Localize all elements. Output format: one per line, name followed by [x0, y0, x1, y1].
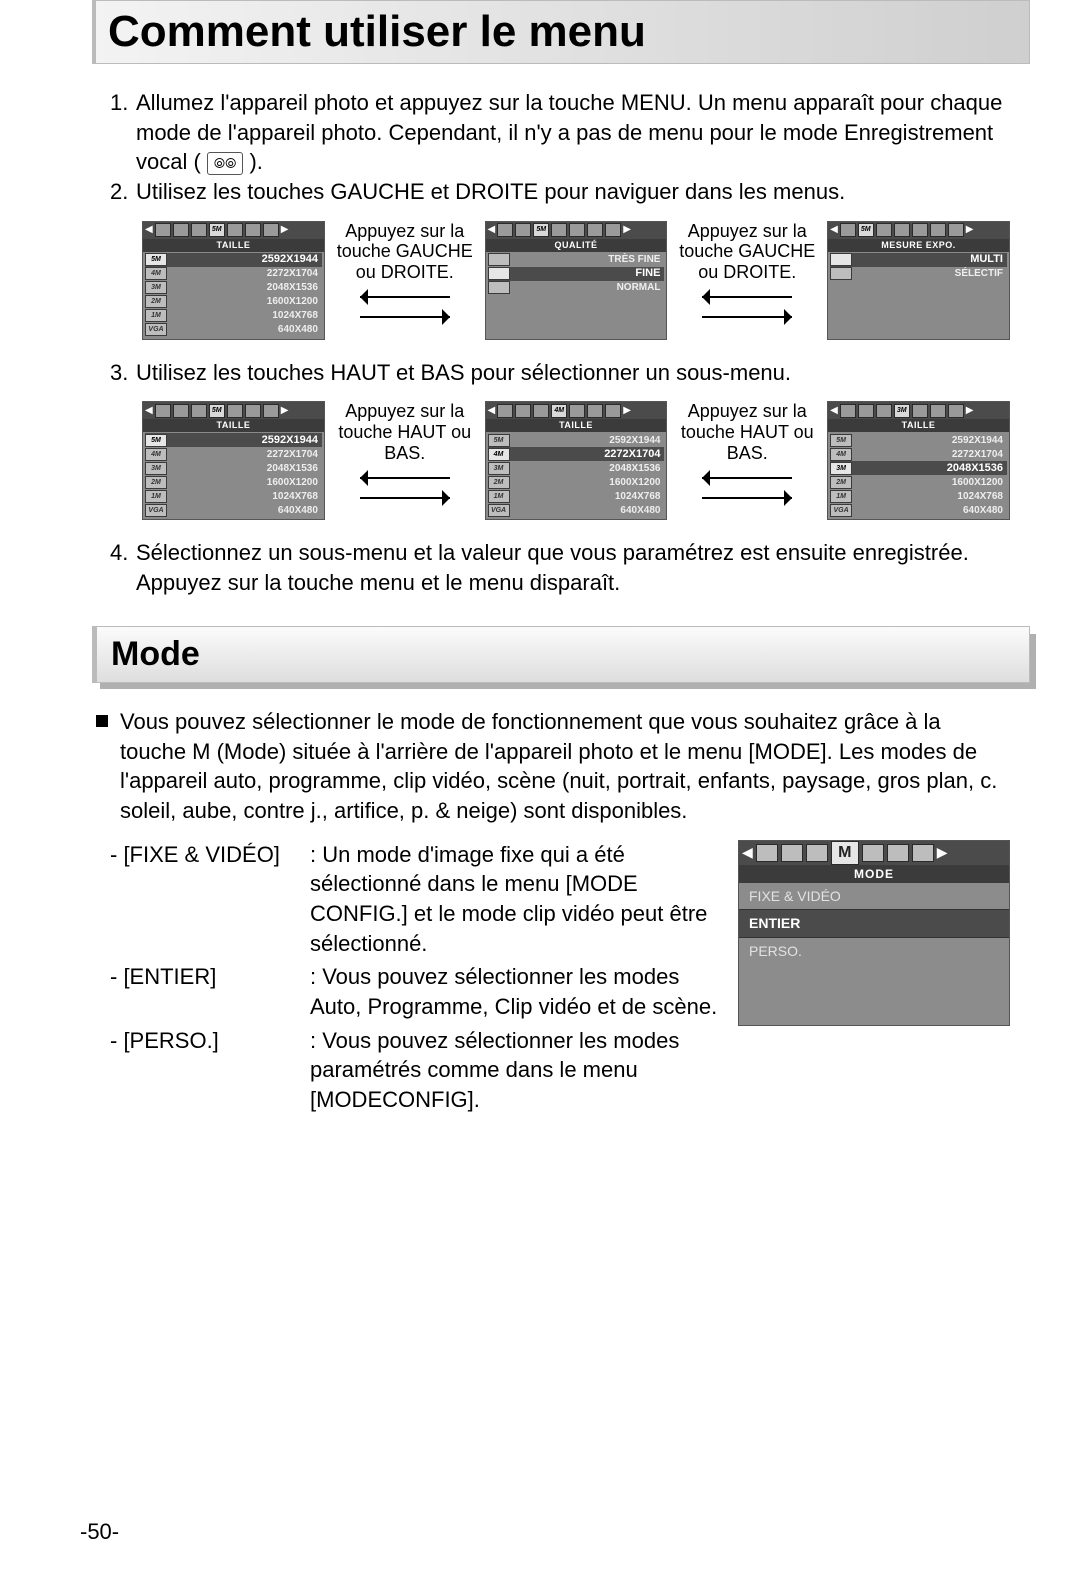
mode-row-perso: PERSO. [739, 938, 1009, 965]
step-1: 1. Allumez l'appareil photo et appuyez s… [110, 88, 1010, 177]
hint-up-down-1: Appuyez sur la touche HAUT ou BAS. [329, 401, 481, 507]
voice-record-icon: ⦾⦾ [207, 152, 243, 175]
panel-arrow-left-icon: ◀ [145, 225, 153, 235]
step-2: 2. Utilisez les touches GAUCHE et DROITE… [110, 177, 1010, 207]
step3-panels: ◀5M▶ TAILLE 5M2592X1944 4M2272X1704 3M20… [142, 401, 1010, 520]
mode-row-fixe: FIXE & VIDÉO [739, 883, 1009, 910]
step2-panels: ◀ 5M ▶ TAILLE 5M2592X1944 4M2272X1704 3M… [142, 221, 1010, 340]
panel-qualite: ◀ 5M ▶ QUALITÉ TRÈS FINE FINE NORMAL [485, 221, 668, 340]
hint-left-right-2: Appuyez sur la touche GAUCHE ou DROITE. [671, 221, 823, 327]
tab-selected-size-icon: 5M [209, 223, 225, 237]
section-title: Comment utiliser le menu [108, 7, 1017, 57]
mode-intro: Vous pouvez sélectionner le mode de fonc… [110, 707, 1010, 826]
panel-arrow-right-icon: ▶ [281, 225, 289, 235]
square-bullet-icon [96, 715, 108, 727]
subsection-title: Mode [111, 635, 1015, 674]
page-number: -50- [80, 1519, 119, 1545]
mode-row-entier: ENTIER [739, 909, 1009, 938]
step-3: 3. Utilisez les touches HAUT et BAS pour… [110, 358, 1010, 388]
panel-mesure: ◀ 5M ▶ MESURE EXPO. MULTI SÉLECTIF [827, 221, 1010, 340]
panel-taille-3m: ◀3M▶ TAILLE 5M2592X1944 4M2272X1704 3M20… [827, 401, 1010, 520]
section-title-bar: Comment utiliser le menu [92, 0, 1030, 64]
panel-taille-5m: ◀5M▶ TAILLE 5M2592X1944 4M2272X1704 3M20… [142, 401, 325, 520]
hint-up-down-2: Appuyez sur la touche HAUT ou BAS. [671, 401, 823, 507]
step-4: 4. Sélectionnez un sous-menu et la valeu… [110, 538, 1010, 597]
panel-mode: ◀ M ▶ MODE FIXE & VIDÉO ENTIER PERSO. [738, 840, 1010, 1027]
hint-left-right-1: Appuyez sur la touche GAUCHE ou DROITE. [329, 221, 481, 327]
mode-m-icon: M [831, 841, 859, 865]
panel-taille-1: ◀ 5M ▶ TAILLE 5M2592X1944 4M2272X1704 3M… [142, 221, 325, 340]
mode-definitions: - [FIXE & VIDÉO]: Un mode d'image fixe q… [110, 840, 720, 1119]
panel-taille-4m: ◀4M▶ TAILLE 5M2592X1944 4M2272X1704 3M20… [485, 401, 668, 520]
subsection-mode-heading: Mode [92, 626, 1030, 683]
